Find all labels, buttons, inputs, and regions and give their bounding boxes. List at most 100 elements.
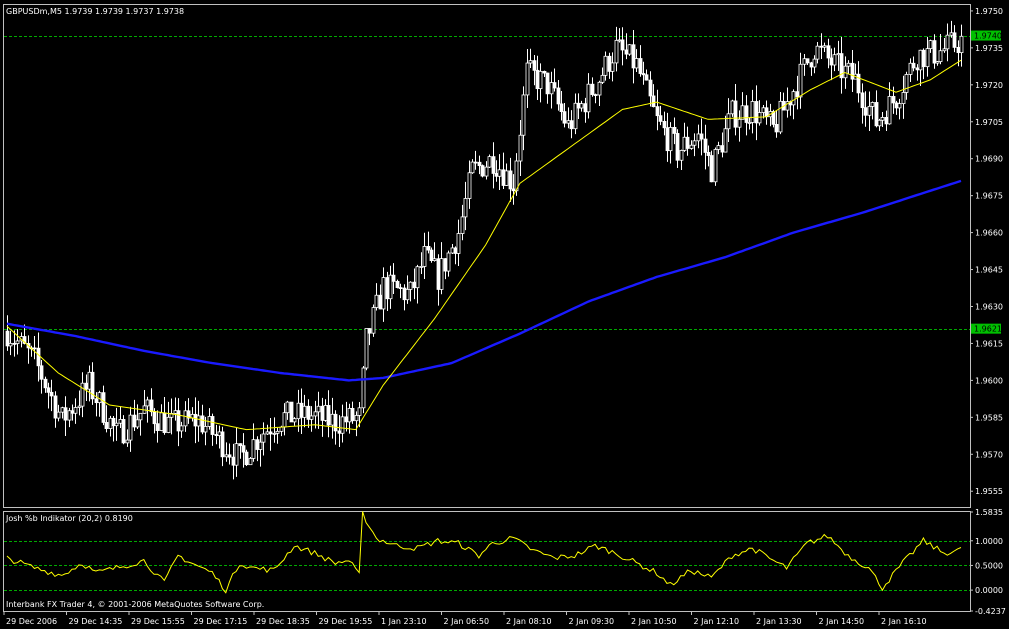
candle-body — [272, 432, 277, 435]
candle-body — [836, 53, 841, 56]
x-tick-label: 2 Jan 10:50 — [631, 617, 677, 626]
candle-body — [214, 434, 219, 436]
candle-body — [63, 407, 68, 421]
candle-body — [809, 62, 814, 68]
candle-body — [265, 431, 270, 435]
candle-body — [542, 70, 547, 74]
candle-body — [155, 423, 160, 431]
candle-body — [412, 281, 417, 289]
candle-body — [364, 328, 369, 369]
indicator-y-tick-label: 0.0000 — [975, 586, 1003, 595]
candle-body — [60, 407, 65, 413]
candle-body — [453, 247, 458, 254]
candle-body — [747, 122, 752, 124]
candle-body — [333, 413, 338, 432]
candle-body — [111, 417, 116, 427]
candle-body — [367, 328, 372, 334]
candle-body — [668, 126, 673, 152]
candle-body — [549, 82, 554, 95]
candle-body — [863, 107, 868, 116]
candle-body — [344, 416, 349, 423]
candle-body — [904, 74, 909, 93]
candle-body — [268, 431, 273, 435]
candle-body — [658, 115, 663, 122]
candle-body — [682, 136, 687, 151]
candle-body — [556, 87, 561, 105]
candle-body — [535, 69, 540, 90]
candle-body — [959, 35, 964, 54]
candle-body — [220, 431, 225, 458]
candle-body — [309, 415, 314, 420]
candle-body — [891, 96, 896, 104]
candle-body — [285, 401, 290, 414]
candle-body — [374, 294, 379, 308]
candle-body — [289, 401, 294, 423]
candle-body — [562, 111, 567, 124]
candle-body — [138, 412, 143, 421]
price-badge-label: 1.9621 — [974, 325, 1002, 334]
main-chart-title: GBPUSDm,M5 1.9739 1.9739 1.9737 1.9738 — [6, 7, 184, 16]
candle-body — [497, 169, 502, 177]
candle-body — [203, 426, 208, 433]
candle-body — [125, 439, 130, 444]
candle-body — [385, 277, 390, 300]
candle-body — [432, 258, 437, 261]
x-tick-label: 29 Dec 18:35 — [256, 617, 310, 626]
candle-body — [665, 127, 670, 152]
candle-body — [744, 105, 749, 123]
candle-body — [248, 458, 253, 466]
candle-body — [949, 32, 954, 36]
candle-body — [49, 391, 54, 397]
candle-body — [408, 281, 413, 290]
candle-body — [644, 74, 649, 81]
candle-body — [388, 274, 393, 300]
x-tick-label: 2 Jan 16:10 — [881, 617, 927, 626]
x-tick-label: 2 Jan 06:50 — [444, 617, 490, 626]
candle-body — [932, 40, 937, 64]
candle-body — [251, 439, 256, 459]
y-tick-label: 1.9660 — [975, 229, 1003, 238]
candle-body — [87, 371, 92, 390]
candle-body — [77, 405, 82, 408]
candle-body — [938, 50, 943, 63]
candle-body — [867, 105, 872, 116]
candle-body — [860, 92, 865, 109]
candle-body — [874, 102, 879, 127]
candle-body — [361, 367, 366, 409]
candle-body — [70, 410, 75, 414]
candle-body — [231, 456, 236, 466]
candle-body — [32, 347, 37, 350]
candle-body — [528, 60, 533, 64]
candle-body — [829, 57, 834, 66]
indicator-y-tick-label: -0.4237 — [975, 607, 1006, 616]
candle-body — [484, 166, 489, 177]
y-tick-label: 1.9750 — [975, 7, 1003, 16]
candle-body — [5, 330, 10, 347]
candle-body — [176, 410, 181, 432]
candle-body — [323, 405, 328, 421]
candle-body — [162, 412, 167, 433]
candle-body — [234, 443, 239, 466]
candle-body — [94, 398, 99, 404]
candle-body — [720, 145, 725, 153]
y-tick-label: 1.9600 — [975, 376, 1003, 385]
candle-body — [607, 55, 612, 72]
candle-body — [456, 233, 461, 254]
candle-body — [641, 73, 646, 76]
y-tick-label: 1.9555 — [975, 487, 1003, 496]
candle-body — [723, 128, 728, 153]
candle-body — [302, 405, 307, 418]
candle-body — [12, 342, 17, 345]
candle-body — [514, 160, 519, 192]
candle-body — [149, 399, 154, 413]
candle-body — [467, 172, 472, 199]
candle-body — [473, 161, 478, 164]
candle-body — [545, 72, 550, 95]
candle-body — [750, 101, 755, 123]
candle-body — [918, 49, 923, 71]
candle-body — [815, 45, 820, 60]
candle-body — [754, 101, 759, 124]
candle-body — [620, 39, 625, 51]
y-tick-label: 1.9570 — [975, 450, 1003, 459]
candle-body — [173, 410, 178, 414]
